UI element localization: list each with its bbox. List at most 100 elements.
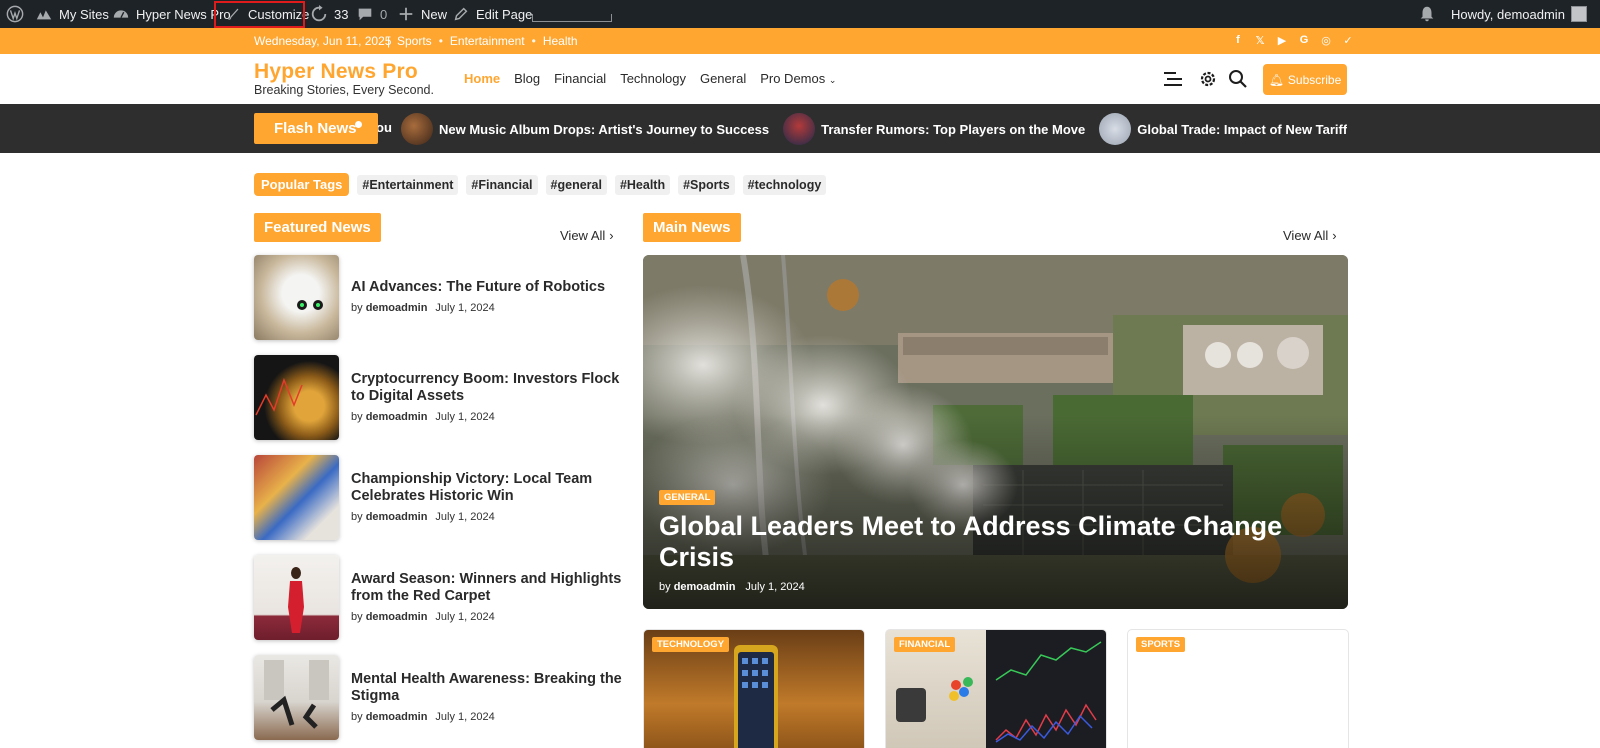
featured-news-item[interactable]: Mental Health Awareness: Breaking the St…	[254, 655, 624, 741]
flash-news-title: New Music Album Drops: Artist's Journey …	[439, 121, 770, 137]
category-badge[interactable]: SPORTS	[1136, 637, 1186, 652]
my-sites-label: My Sites	[59, 6, 109, 22]
tag-general[interactable]: #general	[545, 174, 607, 195]
featured-news-title[interactable]: AI Advances: The Future of Robotics	[351, 279, 626, 296]
flash-news-item[interactable]: Transfer Rumors: Top Players on the Move	[783, 113, 1085, 145]
tag-entertainment[interactable]: #Entertainment	[357, 174, 459, 195]
nav-technology[interactable]: Technology	[620, 71, 686, 86]
search-icon[interactable]	[1227, 68, 1249, 90]
main-news-hero[interactable]: GENERAL Global Leaders Meet to Address C…	[643, 255, 1348, 609]
date-separator: |	[387, 34, 391, 48]
post-date: July 1, 2024	[745, 581, 805, 593]
flash-news-thumb	[401, 113, 433, 145]
plus-icon	[397, 5, 415, 23]
featured-news-title[interactable]: Cryptocurrency Boom: Investors Flock to …	[351, 371, 626, 405]
category-badge[interactable]: GENERAL	[659, 490, 716, 505]
new-content-menu[interactable]: New	[397, 0, 447, 28]
news-card[interactable]: TECHNOLOGY	[643, 629, 865, 748]
top-link-sports[interactable]: Sports	[397, 34, 432, 48]
flash-news-item[interactable]: New Music Album Drops: Artist's Journey …	[401, 113, 769, 145]
nav-blog[interactable]: Blog	[514, 71, 540, 86]
youtube-icon[interactable]: ▶	[1276, 33, 1288, 47]
flash-news-item[interactable]: Global Trade: Impact of New Tariffs on M	[1099, 113, 1347, 145]
vk-icon[interactable]: ✓	[1342, 33, 1354, 47]
featured-news-item[interactable]: Championship Victory: Local Team Celebra…	[254, 455, 624, 541]
main-navigation: Home Blog Financial Technology General P…	[464, 71, 836, 86]
nav-financial[interactable]: Financial	[554, 71, 606, 86]
news-card[interactable]: SPORTS	[1127, 629, 1349, 748]
pencil-icon	[452, 5, 470, 23]
author-link[interactable]: demoadmin	[366, 611, 428, 623]
my-sites-menu[interactable]: My Sites	[35, 0, 109, 28]
flash-news-ticker: New Music Album Drops: Artist's Journey …	[401, 111, 1347, 147]
x-icon[interactable]: 𝕏	[1254, 33, 1266, 47]
featured-news-item[interactable]: AI Advances: The Future of Robotics by d…	[254, 255, 624, 341]
edit-page-label: Edit Page	[476, 6, 533, 22]
tag-technology[interactable]: #technology	[742, 174, 827, 195]
featured-news-thumb	[254, 355, 339, 440]
subscribe-label: Subscribe	[1287, 72, 1342, 87]
instagram-icon[interactable]: ◎	[1320, 33, 1332, 47]
featured-news-heading: Featured News	[254, 213, 381, 242]
howdy-label: Howdy, demoadmin	[1451, 6, 1565, 22]
hero-title[interactable]: Global Leaders Meet to Address Climate C…	[659, 511, 1319, 573]
chevron-right-icon: ›	[1332, 228, 1337, 243]
gear-icon[interactable]	[1197, 68, 1219, 90]
featured-news-meta: by demoadmin July 1, 2024	[351, 411, 626, 423]
featured-news-title[interactable]: Mental Health Awareness: Breaking the St…	[351, 671, 626, 705]
updates-menu[interactable]: 33	[310, 0, 348, 28]
featured-news-title[interactable]: Championship Victory: Local Team Celebra…	[351, 471, 626, 505]
top-link-entertainment[interactable]: Entertainment	[450, 34, 525, 48]
main-view-all-link[interactable]: View All ›	[1283, 228, 1337, 243]
wordpress-logo-icon[interactable]	[6, 0, 24, 28]
logo-title: Hyper News Pro	[254, 60, 418, 83]
featured-news-item[interactable]: Award Season: Winners and Highlights fro…	[254, 555, 624, 641]
comment-icon	[356, 5, 374, 23]
featured-news-title[interactable]: Award Season: Winners and Highlights fro…	[351, 571, 626, 605]
notifications-bell-icon[interactable]	[1418, 0, 1436, 28]
author-link[interactable]: demoadmin	[674, 581, 736, 593]
author-link[interactable]: demoadmin	[366, 511, 428, 523]
admin-search-field[interactable]	[532, 14, 612, 22]
nav-pro-demos-label: Pro Demos	[760, 71, 826, 86]
top-link-health[interactable]: Health	[543, 34, 578, 48]
customize-highlight-box	[214, 1, 305, 28]
featured-news-item[interactable]: Cryptocurrency Boom: Investors Flock to …	[254, 355, 624, 441]
news-card[interactable]: FINANCIAL	[885, 629, 1107, 748]
social-links: f 𝕏 ▶ G ◎ ✓	[1232, 33, 1354, 47]
featured-news-text: Mental Health Awareness: Breaking the St…	[351, 671, 626, 723]
account-menu[interactable]: Howdy, demoadmin	[1451, 0, 1587, 28]
site-logo[interactable]: Hyper News Pro Breaking Stories, Every S…	[254, 60, 434, 98]
nav-pro-demos[interactable]: Pro Demos ⌄	[760, 71, 836, 86]
subscribe-button[interactable]: 🔔︎ Subscribe	[1263, 64, 1347, 95]
category-badge[interactable]: FINANCIAL	[894, 637, 956, 652]
chevron-right-icon: ›	[609, 228, 614, 243]
hero-meta: by demoadmin July 1, 2024	[659, 581, 1319, 593]
facebook-icon[interactable]: f	[1232, 33, 1244, 47]
google-icon[interactable]: G	[1298, 33, 1310, 47]
featured-view-all-link[interactable]: View All ›	[560, 228, 614, 243]
featured-news-meta: by demoadmin July 1, 2024	[351, 511, 626, 523]
comments-menu[interactable]: 0	[356, 0, 387, 28]
by-label: by	[351, 302, 363, 314]
featured-news-text: Championship Victory: Local Team Celebra…	[351, 471, 626, 523]
tag-health[interactable]: #Health	[614, 174, 671, 195]
menu-lines-icon[interactable]	[1162, 68, 1184, 90]
author-link[interactable]: demoadmin	[366, 302, 428, 314]
link-dot-separator: •	[531, 34, 536, 48]
featured-news-text: Cryptocurrency Boom: Investors Flock to …	[351, 371, 626, 423]
author-link[interactable]: demoadmin	[366, 411, 428, 423]
nav-general[interactable]: General	[700, 71, 746, 86]
tag-financial[interactable]: #Financial	[466, 174, 538, 195]
nav-home[interactable]: Home	[464, 71, 500, 86]
post-date: July 1, 2024	[435, 711, 495, 723]
link-dot-separator: •	[438, 34, 443, 48]
popular-tags-label: Popular Tags	[254, 173, 350, 196]
tag-sports[interactable]: #Sports	[678, 174, 735, 195]
post-date: July 1, 2024	[435, 411, 495, 423]
author-link[interactable]: demoadmin	[366, 711, 428, 723]
site-name-menu[interactable]: Hyper News Pro	[112, 0, 231, 28]
edit-page-link[interactable]: Edit Page	[452, 0, 532, 28]
top-links: Sports • Entertainment • Health	[397, 34, 578, 48]
category-badge[interactable]: TECHNOLOGY	[652, 637, 730, 652]
